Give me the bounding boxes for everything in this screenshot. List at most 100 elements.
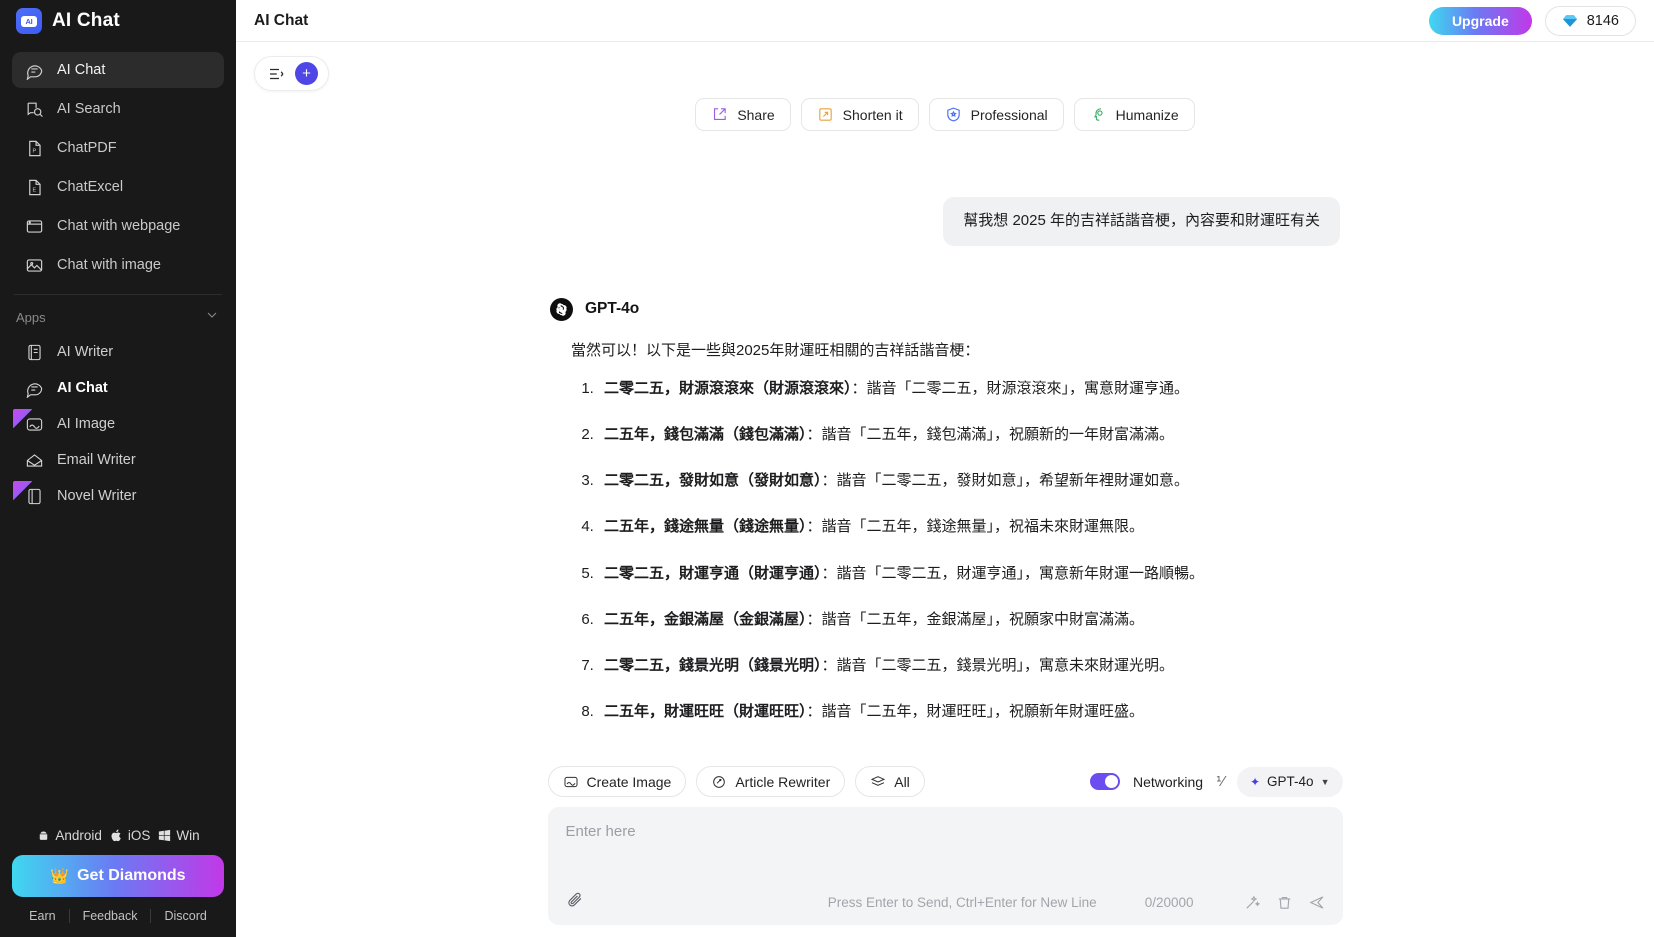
- app-item-label: Novel Writer: [57, 488, 137, 504]
- toggle-knob: [1105, 775, 1118, 788]
- magic-wand-icon[interactable]: [1244, 894, 1261, 911]
- link-earn[interactable]: Earn: [16, 909, 70, 923]
- sidebar-item-ai-search[interactable]: AI Search: [12, 91, 224, 127]
- platform-links: Android iOS Win: [12, 818, 224, 855]
- search-doc-icon: [25, 100, 44, 119]
- sidebar-item-chatpdf[interactable]: P ChatPDF: [12, 130, 224, 166]
- app-root: AI AI Chat AI Chat AI Search P ChatPDF E…: [0, 0, 1654, 937]
- thread-controls: +: [254, 56, 329, 91]
- temperature-icon[interactable]: ⅟: [1216, 773, 1224, 790]
- attach-file-button[interactable]: [566, 891, 583, 913]
- list-icon[interactable]: [265, 63, 287, 85]
- top-bar: AI Chat Upgrade 8146: [236, 0, 1654, 42]
- list-item-body: ：諧音「二零二五，錢景光明」，寓意未來財運光明。: [821, 657, 1175, 674]
- message-input-box[interactable]: Enter here Press Enter to Send, Ctrl+Ent…: [547, 807, 1343, 925]
- share-icon: [714, 108, 727, 121]
- list-item-body: ：諧音「二五年，錢包滿滿」，祝願新的一年財富滿滿。: [806, 425, 1175, 443]
- networking-toggle[interactable]: [1090, 773, 1120, 790]
- humanize-label: Humanize: [1115, 106, 1179, 123]
- model-name: GPT-4o: [1267, 774, 1314, 789]
- platform-android[interactable]: Android: [36, 828, 102, 843]
- apps-section-header[interactable]: Apps: [0, 295, 236, 334]
- app-item-novel-writer[interactable]: Novel Writer: [0, 478, 236, 514]
- share-label: Share: [737, 106, 775, 123]
- list-item-title: 二五年，財運旺旺（財運旺旺）: [604, 703, 807, 721]
- apps-header-label: Apps: [16, 310, 46, 325]
- top-bar-right: Upgrade 8146: [1428, 5, 1636, 36]
- chat-icon: [25, 379, 44, 398]
- image-icon: [564, 776, 577, 787]
- composer-hint: Press Enter to Send, Ctrl+Enter for New …: [827, 894, 1097, 910]
- list-item: 二五年，錢途無量（錢途無量）：諧音「二五年，錢途無量」，祝福未來財運無限。: [598, 515, 1340, 538]
- list-item: 二零二五，錢景光明（錢景光明）：諧音「二零二五，錢景光明」，寓意未來財運光明。: [598, 654, 1340, 677]
- list-item-body: ：諧音「二零二五，發財如意」，希望新年裡財運如意。: [821, 472, 1190, 489]
- list-item: 二零二五，財運亨通（財運亨通）：諧音「二零二五，財運亨通」，寓意新年財運一路順暢…: [598, 562, 1340, 585]
- sidebar-links: Earn Feedback Discord: [12, 897, 224, 923]
- list-item: 二零二五，財源滾滾來（財源滾滾來）：諧音「二零二五，財源滾滾來」，寓意財運亨通。: [598, 377, 1340, 400]
- platform-win[interactable]: Win: [157, 828, 200, 843]
- model-selector[interactable]: ✦ GPT-4o ▼: [1236, 766, 1343, 797]
- list-item-body: ：諧音「二五年，財運旺旺」，祝願新年財運旺盛。: [806, 703, 1145, 721]
- chevron-down-icon[interactable]: [204, 307, 220, 328]
- list-item-body: ：諧音「二五年，金銀滿屋」，祝願家中財富滿滿。: [806, 610, 1145, 628]
- sidebar-item-chatexcel[interactable]: E ChatExcel: [12, 169, 224, 205]
- image-icon: [25, 256, 44, 275]
- professional-button[interactable]: Professional: [928, 98, 1064, 131]
- app-logo-icon: AI: [16, 8, 42, 34]
- diamond-balance[interactable]: 8146: [1544, 5, 1636, 36]
- sidebar-item-chat-with-webpage[interactable]: Chat with webpage: [12, 208, 224, 244]
- shorten-it-button[interactable]: Shorten it: [800, 98, 919, 131]
- get-diamonds-button[interactable]: 👑 Get Diamonds: [12, 855, 224, 897]
- app-item-ai-chat[interactable]: AI Chat: [0, 370, 236, 406]
- image-icon: [13, 408, 44, 434]
- primary-nav: AI Chat AI Search P ChatPDF E ChatExcel …: [0, 42, 236, 286]
- shield-icon: [946, 107, 960, 122]
- sidebar-item-chat-with-image[interactable]: Chat with image: [12, 247, 224, 283]
- share-button[interactable]: Share: [695, 98, 791, 131]
- chat-content: + Share Shorten it Professional Humanize…: [236, 42, 1654, 937]
- brand[interactable]: AI AI Chat: [0, 0, 236, 42]
- chat-icon: [25, 61, 44, 80]
- list-item-title: 二零二五，財源滾滾來（財源滾滾來）: [604, 379, 852, 397]
- sidebar-item-ai-chat[interactable]: AI Chat: [12, 52, 224, 88]
- app-item-ai-writer[interactable]: AI Writer: [0, 334, 236, 370]
- browser-icon: [25, 217, 44, 236]
- shorten-icon: [818, 108, 832, 121]
- message-input[interactable]: Enter here: [566, 823, 1325, 840]
- brand-title: AI Chat: [52, 10, 120, 31]
- spark-icon: ✦: [1249, 774, 1261, 789]
- link-discord[interactable]: Discord: [151, 909, 219, 923]
- app-item-email-writer[interactable]: Email Writer: [0, 442, 236, 478]
- list-item-title: 二零二五，財運亨通（財運亨通）: [604, 564, 822, 582]
- app-item-label: AI Chat: [57, 380, 108, 396]
- platform-label: Android: [55, 828, 102, 843]
- diamond-count: 8146: [1586, 12, 1619, 29]
- apps-list: AI Writer AI Chat AI Image Email Writer …: [0, 334, 236, 514]
- sidebar-item-label: Chat with image: [57, 257, 161, 273]
- create-image-button[interactable]: Create Image: [547, 766, 687, 797]
- trash-icon[interactable]: [1276, 894, 1293, 911]
- all-tools-button[interactable]: All: [855, 766, 925, 797]
- assistant-message: GPT-4o 當然可以！以下是一些與2025年財運旺相關的吉祥話諧音梗： 二零二…: [550, 297, 1340, 724]
- send-icon[interactable]: [1308, 894, 1325, 911]
- openai-logo-icon: [550, 297, 573, 321]
- humanize-button[interactable]: Humanize: [1073, 98, 1195, 131]
- networking-label: Networking: [1133, 773, 1204, 790]
- composer-action-icons: [1244, 894, 1325, 911]
- sidebar-item-label: ChatExcel: [57, 179, 124, 195]
- new-chat-button[interactable]: +: [295, 62, 318, 85]
- assistant-intro: 當然可以！以下是一些與2025年財運旺相關的吉祥話諧音梗：: [571, 341, 980, 359]
- assistant-model-name: GPT-4o: [585, 300, 640, 317]
- page-title: AI Chat: [254, 11, 309, 29]
- layers-icon: [871, 775, 886, 786]
- link-feedback[interactable]: Feedback: [70, 909, 152, 923]
- list-item-title: 二五年，金銀滿屋（金銀滿屋）: [604, 610, 807, 628]
- upgrade-button[interactable]: Upgrade: [1428, 6, 1532, 35]
- list-item-title: 二零二五，錢景光明（錢景光明）: [604, 657, 822, 674]
- platform-ios[interactable]: iOS: [109, 828, 150, 843]
- diamond-icon: [1562, 14, 1577, 27]
- composer-footer: Press Enter to Send, Ctrl+Enter for New …: [566, 865, 1325, 913]
- article-rewriter-button[interactable]: Article Rewriter: [696, 766, 846, 797]
- app-item-ai-image[interactable]: AI Image: [0, 406, 236, 442]
- excel-icon: E: [25, 178, 44, 197]
